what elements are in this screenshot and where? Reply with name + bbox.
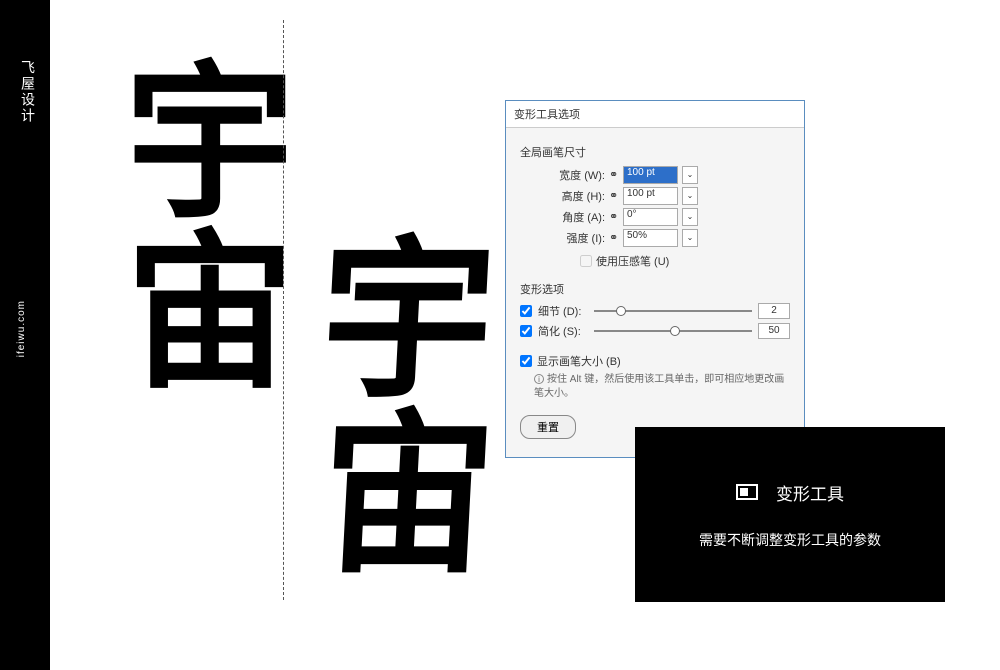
simplify-label: 简化 (S):: [538, 323, 588, 339]
calligraphy-char-4: 宙: [315, 410, 499, 585]
angle-input[interactable]: 0°: [623, 208, 678, 226]
dialog-title: 变形工具选项: [506, 101, 804, 128]
panel-description: 需要不断调整变形工具的参数: [699, 530, 881, 550]
detail-checkbox[interactable]: [520, 305, 532, 317]
tool-name: 变形工具: [776, 480, 844, 505]
tip-text: 按住 Alt 键，然后使用该工具单击，即可相应地更改画笔大小。: [534, 374, 784, 399]
simplify-value[interactable]: 50: [758, 323, 790, 339]
width-label: 宽度 (W):: [550, 167, 605, 183]
intensity-label: 强度 (I):: [550, 230, 605, 246]
show-brush-checkbox[interactable]: [520, 355, 532, 367]
height-row: 高度 (H): ⚭ 100 pt ⌄: [550, 187, 790, 205]
link-icon[interactable]: ⚭: [609, 189, 619, 203]
calligraphy-char-3: 宇: [315, 235, 499, 410]
angle-row: 角度 (A): ⚭ 0° ⌄: [550, 208, 790, 226]
height-dropdown[interactable]: ⌄: [682, 187, 698, 205]
link-icon[interactable]: ⚭: [609, 168, 619, 182]
calligraphy-char-1: 宇: [125, 60, 295, 230]
angle-dropdown[interactable]: ⌄: [682, 208, 698, 226]
warp-section-label: 变形选项: [520, 281, 790, 297]
detail-row: 细节 (D): 2: [520, 303, 790, 319]
calligraphy-char-2: 宙: [125, 230, 295, 400]
tip-row: i按住 Alt 键，然后使用该工具单击，即可相应地更改画笔大小。: [534, 373, 790, 401]
width-row: 宽度 (W): ⚭ 100 pt ⌄: [550, 166, 790, 184]
angle-label: 角度 (A):: [550, 209, 605, 225]
info-icon: i: [534, 374, 544, 384]
link-icon[interactable]: ⚭: [609, 231, 619, 245]
intensity-row: 强度 (I): ⚭ 50% ⌄: [550, 229, 790, 247]
width-input[interactable]: 100 pt: [623, 166, 678, 184]
intensity-dropdown[interactable]: ⌄: [682, 229, 698, 247]
url-label: ifeiwu.com: [16, 300, 27, 357]
reset-button[interactable]: 重置: [520, 415, 576, 439]
pressure-row: 使用压感笔 (U): [580, 253, 790, 269]
brand-label: 飞屋设计: [18, 60, 38, 124]
simplify-checkbox[interactable]: [520, 325, 532, 337]
pressure-label: 使用压感笔 (U): [596, 253, 669, 269]
detail-value[interactable]: 2: [758, 303, 790, 319]
show-brush-row: 显示画笔大小 (B): [520, 353, 790, 369]
link-icon[interactable]: ⚭: [609, 210, 619, 224]
height-input[interactable]: 100 pt: [623, 187, 678, 205]
warp-tool-options-dialog: 变形工具选项 全局画笔尺寸 宽度 (W): ⚭ 100 pt ⌄ 高度 (H):…: [505, 100, 805, 458]
show-brush-label: 显示画笔大小 (B): [537, 353, 621, 369]
info-panel: 变形工具 需要不断调整变形工具的参数: [635, 427, 945, 602]
simplify-row: 简化 (S): 50: [520, 323, 790, 339]
warp-tool-icon: [736, 484, 758, 500]
vertical-divider: [283, 20, 284, 600]
height-label: 高度 (H):: [550, 188, 605, 204]
simplify-slider[interactable]: [594, 330, 752, 332]
detail-label: 细节 (D):: [538, 303, 588, 319]
pressure-checkbox[interactable]: [580, 255, 592, 267]
width-dropdown[interactable]: ⌄: [682, 166, 698, 184]
left-sidebar: 飞屋设计 ifeiwu.com: [0, 0, 50, 670]
intensity-input[interactable]: 50%: [623, 229, 678, 247]
detail-slider[interactable]: [594, 310, 752, 312]
brush-section-label: 全局画笔尺寸: [520, 144, 790, 160]
